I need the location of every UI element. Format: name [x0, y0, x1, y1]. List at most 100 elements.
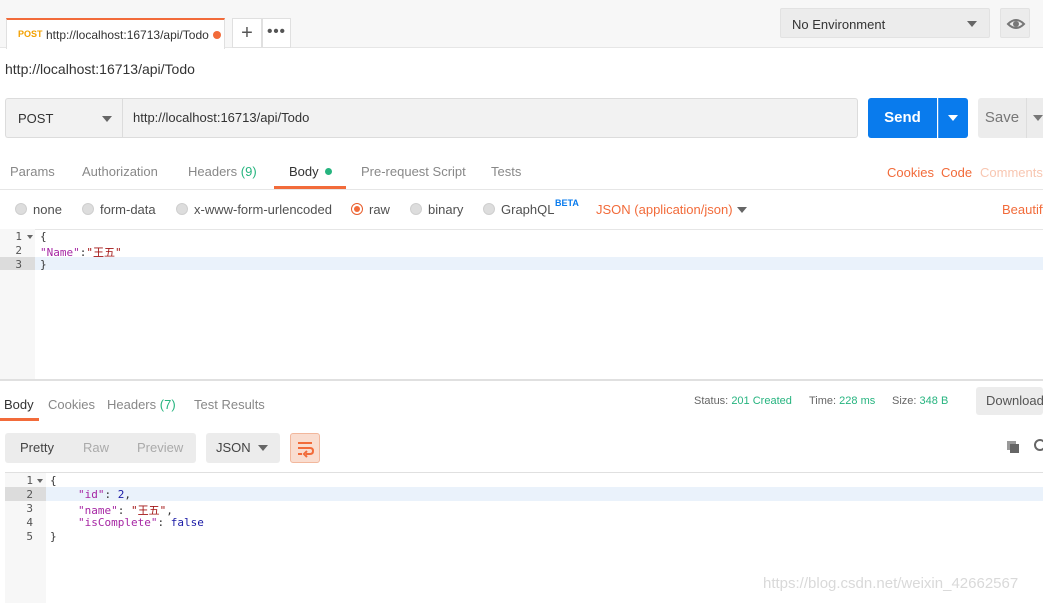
- copy-icon[interactable]: [1006, 440, 1020, 454]
- new-tab-button[interactable]: +: [232, 18, 262, 48]
- send-button[interactable]: Send: [868, 98, 937, 138]
- line-number: 3: [26, 502, 33, 515]
- graphql-beta-badge: BETA: [555, 198, 579, 208]
- time-meta: Time: 228 ms: [809, 395, 875, 407]
- time-label: Time:: [809, 395, 837, 407]
- save-options-button[interactable]: [1026, 98, 1043, 138]
- status-label: Status:: [694, 395, 729, 407]
- radio-raw-label: raw: [369, 202, 390, 217]
- divider: [0, 189, 1043, 190]
- code-line: {: [50, 474, 57, 487]
- code-line: "isComplete": false: [78, 516, 204, 529]
- unsaved-dot-icon: [213, 31, 221, 39]
- line-number: 2: [26, 488, 33, 501]
- tab-headers-count: (9): [240, 164, 257, 179]
- request-tab-url: http://localhost:16713/api/Todo: [46, 28, 209, 42]
- method-select[interactable]: POST: [5, 98, 122, 138]
- content-type-select[interactable]: JSON (application/json): [596, 202, 733, 217]
- code-link[interactable]: Code: [941, 165, 972, 180]
- response-tab-headers[interactable]: Headers (7): [107, 397, 176, 412]
- comments-link[interactable]: Comments: [980, 165, 1043, 180]
- json-colon: :: [104, 488, 118, 501]
- request-body-editor[interactable]: [0, 229, 1043, 379]
- time-value: 228 ms: [839, 395, 876, 407]
- line-number: 2: [15, 244, 22, 257]
- tab-body[interactable]: Body: [289, 164, 332, 179]
- code-line: "id": 2,: [78, 488, 131, 501]
- json-colon: :: [157, 516, 171, 529]
- request-tab-method: POST: [18, 29, 43, 39]
- status-value: 201 Created: [731, 395, 792, 407]
- chevron-down-icon: [258, 445, 268, 451]
- eye-icon: [1006, 19, 1026, 29]
- beautify-link[interactable]: Beautify: [1002, 202, 1043, 217]
- json-key: "id": [78, 488, 105, 501]
- response-pane-resizer[interactable]: [0, 379, 1043, 381]
- active-dot-icon: [324, 168, 332, 175]
- download-button[interactable]: Download: [976, 387, 1043, 415]
- json-comma: ,: [124, 488, 131, 501]
- line-number: 1: [15, 230, 22, 243]
- line-number: 5: [26, 530, 33, 543]
- tab-prerequest-script[interactable]: Pre-request Script: [361, 164, 466, 179]
- fold-icon[interactable]: [27, 235, 33, 239]
- send-options-button[interactable]: [938, 98, 968, 138]
- request-tab[interactable]: POST http://localhost:16713/api/Todo: [6, 18, 225, 49]
- tab-authorization[interactable]: Authorization: [82, 164, 158, 179]
- line-number: 3: [15, 258, 22, 271]
- response-tab-body[interactable]: Body: [4, 397, 34, 412]
- tab-params[interactable]: Params: [10, 164, 55, 179]
- view-pretty-button[interactable]: Pretty: [20, 440, 54, 455]
- wrap-lines-icon: [298, 442, 315, 458]
- view-raw-button[interactable]: Raw: [83, 440, 109, 455]
- response-format-label: JSON: [216, 440, 251, 455]
- json-key: "isComplete": [78, 516, 158, 529]
- response-format-select[interactable]: JSON: [206, 433, 280, 463]
- size-label: Size:: [892, 395, 917, 407]
- radio-none-label: none: [33, 202, 62, 217]
- code-line: {: [40, 230, 47, 243]
- tab-tests[interactable]: Tests: [491, 164, 521, 179]
- radio-urlencoded-label: x-www-form-urlencoded: [194, 202, 332, 217]
- tab-headers-label: Headers: [188, 164, 238, 179]
- environment-select[interactable]: No Environment: [780, 8, 990, 38]
- radio-form-data[interactable]: [82, 203, 94, 215]
- search-icon[interactable]: [1032, 438, 1043, 454]
- wrap-lines-button[interactable]: [290, 433, 320, 463]
- response-tab-headers-label: Headers: [107, 397, 157, 412]
- request-title: http://localhost:16713/api/Todo: [5, 61, 195, 77]
- save-button[interactable]: Save: [978, 98, 1026, 138]
- json-string: "王五": [86, 246, 122, 259]
- size-meta: Size: 348 B: [892, 395, 948, 407]
- view-preview-button[interactable]: Preview: [137, 440, 183, 455]
- radio-urlencoded[interactable]: [176, 203, 188, 215]
- tab-body-label: Body: [289, 164, 319, 179]
- radio-none[interactable]: [15, 203, 27, 215]
- active-line-highlight: [46, 487, 1043, 501]
- active-tab-indicator: [0, 418, 39, 421]
- tab-headers[interactable]: Headers (9): [188, 164, 257, 179]
- fold-icon[interactable]: [37, 479, 43, 483]
- response-tab-cookies[interactable]: Cookies: [48, 397, 95, 412]
- status-meta: Status: 201 Created: [694, 395, 792, 407]
- radio-form-data-label: form-data: [100, 202, 156, 217]
- radio-raw[interactable]: [351, 203, 363, 215]
- url-input[interactable]: http://localhost:16713/api/Todo: [122, 98, 858, 138]
- radio-binary-label: binary: [428, 202, 464, 217]
- radio-binary[interactable]: [410, 203, 422, 215]
- environment-quick-look-button[interactable]: [1000, 8, 1030, 38]
- chevron-down-icon[interactable]: [737, 207, 747, 213]
- more-tabs-button[interactable]: •••: [262, 18, 291, 48]
- line-number: 4: [26, 516, 33, 529]
- active-line-highlight: [0, 257, 1043, 270]
- cookies-link[interactable]: Cookies: [887, 165, 934, 180]
- environment-label: No Environment: [792, 17, 886, 32]
- method-label: POST: [18, 111, 54, 126]
- response-tab-test-results[interactable]: Test Results: [194, 397, 265, 412]
- code-line: }: [50, 530, 57, 543]
- chevron-down-icon: [967, 21, 977, 27]
- line-number: 1: [26, 474, 33, 487]
- response-tab-headers-count: (7): [159, 397, 176, 412]
- radio-graphql[interactable]: [483, 203, 495, 215]
- code-line: }: [40, 258, 47, 271]
